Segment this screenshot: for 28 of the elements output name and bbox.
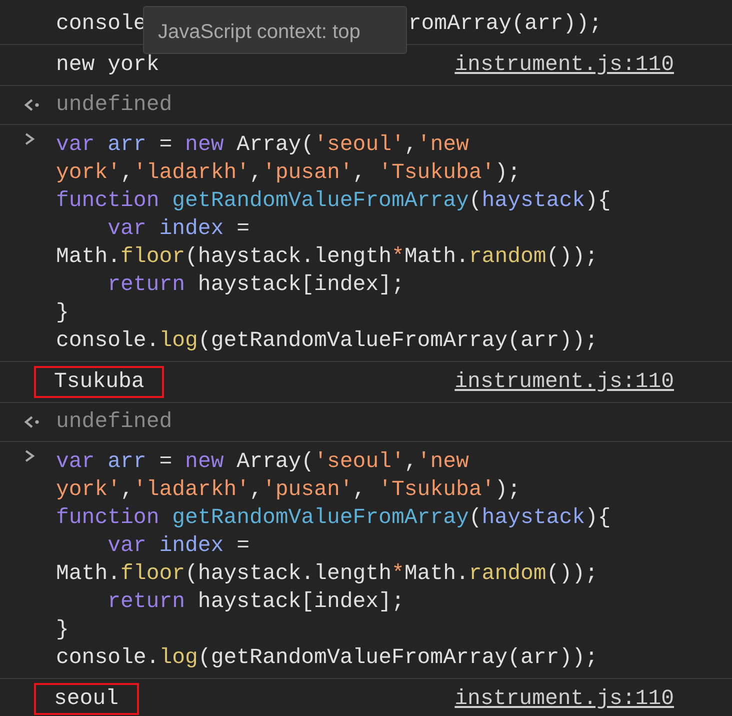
code-line: console.log(getRandomValueFromArray(arr)); bbox=[56, 645, 599, 672]
source-link[interactable]: instrument.js:110 bbox=[454, 53, 674, 77]
code-line: Math.floor(haystack.length*Math.random()); bbox=[56, 561, 599, 588]
log-message: Tsukuba bbox=[34, 366, 164, 398]
tooltip: JavaScript context: top bbox=[143, 6, 407, 54]
code-line: return haystack[index]; bbox=[106, 589, 406, 616]
code-line: } bbox=[56, 300, 70, 327]
code-line: function getRandomValueFromArray(haystack){ bbox=[56, 188, 612, 215]
code-line: function getRandomValueFromArray(haystack){ bbox=[56, 505, 612, 532]
code-line: var arr = new Array('seoul','new bbox=[56, 449, 470, 476]
code-line: Math.floor(haystack.length*Math.random()); bbox=[56, 244, 599, 271]
source-link[interactable]: instrument.js:110 bbox=[454, 370, 674, 394]
code-line: york','ladarkh','pusan', 'Tsukuba'); bbox=[56, 160, 522, 187]
log-message: seoul bbox=[34, 683, 139, 715]
code-line: var index = bbox=[106, 216, 251, 243]
return-arrow-icon bbox=[24, 98, 40, 112]
source-link[interactable]: instrument.js:110 bbox=[454, 687, 674, 711]
return-arrow-icon bbox=[24, 415, 40, 429]
code-line: york','ladarkh','pusan', 'Tsukuba'); bbox=[56, 477, 522, 504]
log-message: new york bbox=[56, 53, 160, 77]
result-value: undefined bbox=[56, 93, 172, 117]
code-line: romArray(arr)); bbox=[408, 11, 602, 38]
code-line: var index = bbox=[106, 533, 251, 560]
result-value: undefined bbox=[56, 410, 172, 434]
code-line: return haystack[index]; bbox=[106, 272, 406, 299]
code-line: } bbox=[56, 617, 70, 644]
code-line: console.log(getRandomValueFromArray(arr)); bbox=[56, 328, 599, 355]
code-line: var arr = new Array('seoul','new bbox=[56, 132, 470, 159]
